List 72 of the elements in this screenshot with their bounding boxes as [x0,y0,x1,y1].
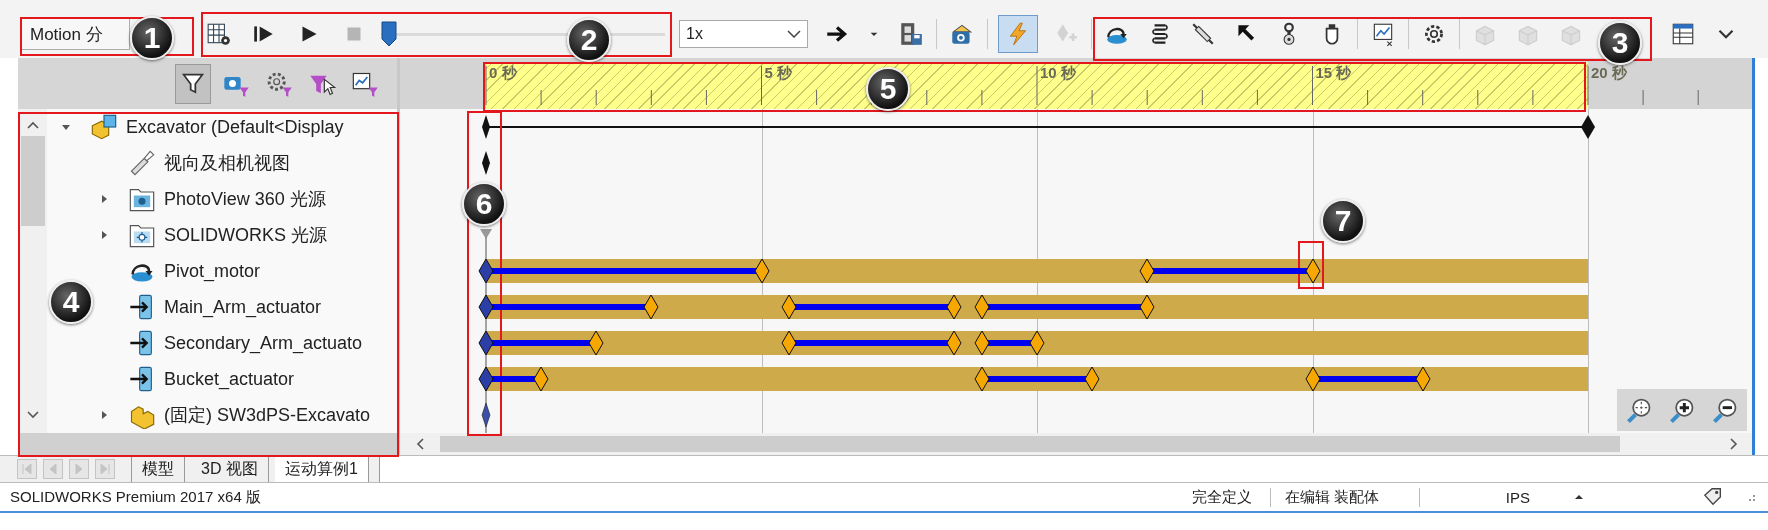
tree-item[interactable]: Pivot_motor [164,260,261,282]
resize-grip-icon[interactable] [1746,492,1756,502]
status-text: SOLIDWORKS Premium 2017 x64 版 [10,487,261,507]
keyframe-diamond[interactable] [1029,330,1045,356]
time-bar[interactable] [480,229,492,433]
scrollbar-thumb[interactable] [20,136,45,226]
keyframe-diamond[interactable] [1139,294,1156,320]
filter-icon[interactable] [175,63,211,104]
ruler-label: 20 秒 [1591,64,1627,83]
tree-item[interactable]: SOLIDWORKS 光源 [164,223,328,247]
keyframe-diamond[interactable] [973,294,990,320]
tab[interactable]: 3D 视图 [191,456,269,482]
ruler-label: 10 秒 [1040,64,1076,83]
tree-item[interactable]: Secondary_Arm_actuato [164,332,363,354]
expand-toggle[interactable] [61,122,71,132]
keyframe-diamond[interactable] [533,366,550,392]
tree-item[interactable]: Bucket_actuator [164,368,295,390]
keyframe-diamond[interactable] [781,294,798,320]
keyframe-diamond[interactable] [588,330,605,356]
scroll-down-icon[interactable] [26,411,39,419]
keyframe-diamond[interactable] [478,294,494,320]
ruler-label: 5 秒 [764,64,792,83]
tree-item[interactable]: PhotoView 360 光源 [164,187,326,211]
caret-icon[interactable] [1574,494,1584,500]
horizontal-scrollbar[interactable] [400,433,1752,455]
expand-toggle[interactable] [99,230,109,240]
scroll-left-icon[interactable] [416,438,424,450]
keyframe-diamond[interactable] [753,258,770,284]
ruler-label: 0 秒 [489,64,517,83]
units-status[interactable]: IPS [1505,488,1530,506]
scroll-right-icon[interactable] [1730,438,1738,450]
keyframe-diamond[interactable] [643,294,660,320]
chevron-icon[interactable] [787,30,801,38]
tree-item[interactable]: Main_Arm_actuator [164,296,322,318]
keyframe-diamond[interactable] [1304,258,1321,284]
expand-toggle[interactable] [99,194,109,204]
tree-item[interactable]: (固定) SW3dPS-Excavato [164,403,371,427]
scroll-up-icon[interactable] [26,121,39,129]
keyframe-diamond[interactable] [478,258,494,284]
keyframe-diamond[interactable] [973,330,990,356]
keyframe-diamond[interactable] [1084,366,1101,392]
assembly-icon [90,113,118,141]
edit-mode-status: 在编辑 装配体 [1270,487,1420,507]
vertical-scrollbar[interactable] [18,109,47,433]
keyframe-diamond[interactable] [481,114,491,140]
keyframe-diamond[interactable] [478,366,494,392]
keyframe-diamond[interactable] [781,330,798,356]
slider-thumb[interactable] [381,21,397,47]
keyframe-diamond[interactable] [481,402,491,428]
keyframe-diamond[interactable] [1139,258,1156,284]
tab[interactable]: 运动算例1 [274,456,369,482]
keyframe-diamond[interactable] [1414,366,1431,392]
definition-status: 完全定义 [1191,487,1271,507]
keyframe-diamond[interactable] [1304,366,1321,392]
scrollbar-thumb[interactable] [440,436,1620,452]
tab[interactable]: 模型 [131,456,185,482]
highlight-frame [1298,241,1324,289]
keyframe-diamond[interactable] [946,294,963,320]
expand-toggle[interactable] [99,410,109,420]
horizontal-scrollbar[interactable] [18,433,397,455]
keyframe-diamond[interactable] [481,150,491,176]
tag-icon[interactable] [1702,486,1724,508]
speed-dropdown[interactable]: 1x [679,20,808,48]
ruler-label: 15 秒 [1315,64,1352,83]
keyframe-diamond[interactable] [946,330,963,356]
keyframe-diamond[interactable] [973,366,990,392]
tree-item[interactable]: Excavator (Default<Display [126,116,344,138]
flashlight-icon [128,149,156,177]
study-type-dropdown[interactable]: Motion 分 [20,18,130,50]
tree-item[interactable]: 视向及相机视图 [164,151,290,175]
keyframe-diamond[interactable] [1580,114,1596,140]
keyframe-diamond[interactable] [478,330,494,356]
